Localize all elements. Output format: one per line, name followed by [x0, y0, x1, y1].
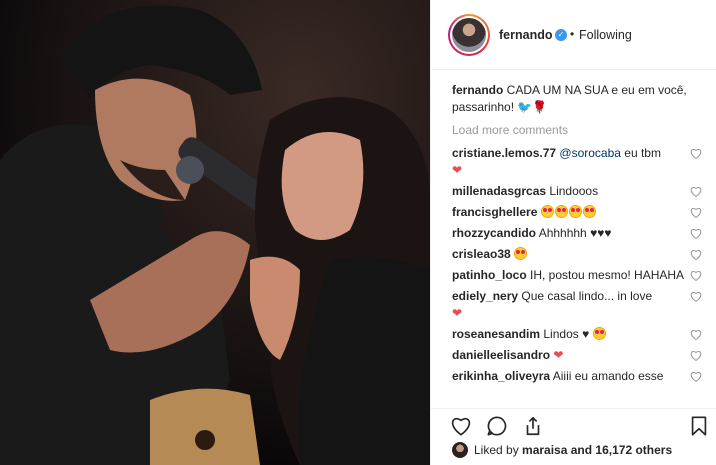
header-separator: •: [570, 27, 575, 41]
comment-row: patinho_loco IH, postou mesmo! HAHAHA: [452, 267, 716, 284]
load-more-comments-link[interactable]: Load more comments: [452, 122, 716, 139]
like-comment-heart-icon[interactable]: [690, 291, 702, 302]
heart-outline-icon[interactable]: [450, 415, 472, 437]
heart-eyes-emoji: [514, 247, 528, 260]
comment-username[interactable]: ediely_nery: [452, 289, 518, 303]
comments-list[interactable]: fernando CADA UM NA SUA e eu em você, pa…: [431, 70, 716, 408]
comment-row: erikinha_oliveyra Aiiii eu amando esse: [452, 368, 716, 385]
comment-username[interactable]: rhozzycandido: [452, 226, 536, 240]
comment-text: Que casal lindo... in love: [518, 289, 653, 303]
red-heart-emoji: ❤: [452, 163, 463, 177]
heart-eyes-emoji: [582, 205, 596, 218]
like-comment-heart-icon[interactable]: [690, 329, 702, 340]
comment-username[interactable]: danielleelisandro: [452, 348, 550, 362]
like-comment-heart-icon[interactable]: [690, 207, 702, 218]
concert-photo-image: [0, 0, 430, 465]
post-photo[interactable]: [0, 0, 430, 465]
comment-text: Aiiii eu amando esse: [550, 369, 664, 383]
comment-icon[interactable]: [486, 415, 508, 437]
like-comment-heart-icon[interactable]: [690, 249, 702, 260]
like-comment-heart-icon[interactable]: [690, 371, 702, 382]
red-heart-emoji: ❤: [553, 348, 564, 362]
comment-row: rhozzycandido Ahhhhhh ♥♥♥: [452, 225, 716, 242]
likes-others-link[interactable]: and 16,172 others: [567, 443, 672, 457]
post-side-panel: fernando ✓ • Following fernando CADA UM …: [430, 0, 716, 465]
comment-row: cristiane.lemos.77 @sorocaba eu tbm ❤: [452, 145, 716, 179]
comment-username[interactable]: erikinha_oliveyra: [452, 369, 550, 383]
liker-username[interactable]: maraisa: [522, 443, 567, 457]
comment-row: ediely_nery Que casal lindo... in love ❤: [452, 288, 716, 322]
heart-emoji: ❤: [452, 306, 463, 320]
comment-text: Lindooos: [546, 184, 599, 198]
comment-username[interactable]: roseanesandim: [452, 327, 540, 341]
comment-username[interactable]: millenadasgrcas: [452, 184, 546, 198]
post-header: fernando ✓ • Following: [431, 0, 716, 70]
comment-row: roseanesandim Lindos ♥: [452, 326, 716, 343]
comment-text: eu tbm: [620, 146, 661, 160]
like-comment-heart-icon[interactable]: [690, 228, 702, 239]
post-caption: fernando CADA UM NA SUA e eu em você, pa…: [452, 82, 702, 116]
heart-eyes-emoji: [540, 205, 554, 218]
comment-row: millenadasgrcas Lindooos: [452, 183, 716, 200]
comment-username[interactable]: crisleao38: [452, 247, 511, 261]
heart-eyes-emoji: [592, 327, 606, 340]
heart-eyes-emoji: [568, 205, 582, 218]
like-comment-heart-icon[interactable]: [690, 186, 702, 197]
comment-username[interactable]: patinho_loco: [452, 268, 527, 282]
bookmark-icon[interactable]: [688, 415, 710, 437]
comment-row: crisleao38: [452, 246, 716, 263]
comment-username[interactable]: francisghellere: [452, 205, 537, 219]
verified-icon: ✓: [555, 29, 567, 41]
comment-row: francisghellere: [452, 204, 716, 221]
comment-text: IH, postou mesmo! HAHAHA: [526, 268, 685, 282]
comment-text: Lindos ♥: [540, 327, 590, 341]
like-comment-heart-icon[interactable]: [690, 270, 702, 281]
likes-summary: Liked by maraisa and 16,172 others: [452, 442, 672, 458]
author-username[interactable]: fernando: [499, 28, 552, 42]
like-comment-heart-icon[interactable]: [690, 350, 702, 361]
caption-username[interactable]: fernando: [452, 83, 503, 97]
comment-mention[interactable]: @sorocaba: [559, 146, 621, 160]
likes-prefix: Liked by: [474, 443, 523, 457]
following-button[interactable]: Following: [579, 28, 632, 42]
heart-eyes-emoji: [554, 205, 568, 218]
comment-row: danielleelisandro ❤: [452, 347, 716, 364]
author-avatar[interactable]: [448, 14, 490, 56]
comment-username[interactable]: cristiane.lemos.77: [452, 146, 556, 160]
comment-text: Ahhhhhh ♥♥♥: [536, 226, 612, 240]
post-actions-bar: [431, 408, 716, 438]
share-icon[interactable]: [522, 415, 544, 437]
liker-avatar[interactable]: [452, 442, 468, 458]
like-comment-heart-icon[interactable]: [690, 148, 702, 159]
